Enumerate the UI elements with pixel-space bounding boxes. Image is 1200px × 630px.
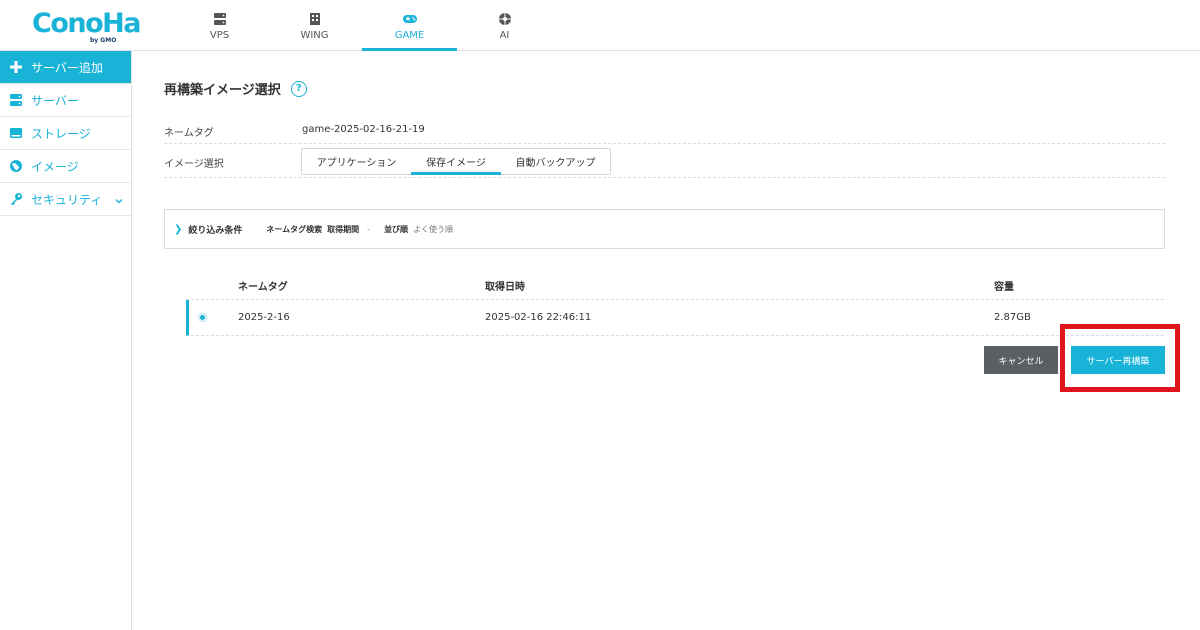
table-row[interactable]: 2025-2-16 2025-02-16 22:46:11 2.87GB [186, 300, 1164, 336]
nav-label: WING [300, 29, 329, 41]
sidebar-item-image[interactable]: イメージ [0, 150, 131, 183]
ai-icon [497, 11, 513, 27]
filter-period-label[interactable]: 取得期間 [327, 224, 359, 235]
tab-auto-backup[interactable]: 自動バックアップ [501, 149, 610, 174]
nav-game[interactable]: GAME [362, 0, 457, 51]
nametag-value: game-2025-02-16-21-19 [302, 124, 425, 135]
nav-vps[interactable]: VPS [172, 0, 267, 51]
filter-panel[interactable]: ❯ 絞り込み条件 ネームタグ検索 取得期間 - 並び順 よく使う順 [164, 209, 1165, 249]
storage-icon [8, 125, 24, 141]
key-icon [8, 191, 24, 207]
gamepad-icon [402, 11, 418, 27]
sidebar-item-security[interactable]: セキュリティ [0, 183, 131, 216]
sidebar-item-label: イメージ [31, 159, 79, 174]
chevron-down-icon [115, 194, 123, 208]
filter-period-value: - [367, 224, 371, 234]
plus-icon [8, 59, 24, 75]
cancel-button[interactable]: キャンセル [984, 346, 1058, 374]
sidebar-item-label: ストレージ [31, 126, 91, 141]
chevron-right-icon[interactable]: ❯ [174, 224, 182, 235]
sidebar-item-label: サーバー [31, 93, 79, 108]
filter-sort-label[interactable]: 並び順 [384, 224, 408, 235]
image-select-label: イメージ選択 [164, 159, 224, 170]
col-nametag: ネームタグ [238, 282, 288, 293]
page-title: 再構築イメージ選択 ? [164, 79, 307, 98]
sidebar-item-label: サーバー追加 [31, 60, 103, 75]
server-icon [212, 11, 228, 27]
col-date: 取得日時 [485, 282, 525, 293]
help-icon[interactable]: ? [290, 80, 307, 97]
server-icon [8, 92, 24, 108]
tab-application[interactable]: アプリケーション [302, 149, 411, 174]
table-header: ネームタグ 取得日時 容量 [186, 267, 1164, 300]
image-select-row: イメージ選択 アプリケーション 保存イメージ 自動バックアップ [164, 144, 1165, 178]
filter-title[interactable]: 絞り込み条件 [188, 223, 242, 236]
top-nav: VPS WING GAME AI [172, 0, 552, 51]
row-date: 2025-02-16 22:46:11 [485, 312, 592, 323]
building-icon [307, 11, 323, 27]
row-radio-selected[interactable] [198, 313, 207, 322]
nav-ai[interactable]: AI [457, 0, 552, 51]
sidebar-item-server[interactable]: サーバー [0, 84, 131, 117]
top-header: ConoHa by GMO VPS WING GAME AI [0, 0, 1200, 51]
logo-text: ConoHa [32, 8, 141, 39]
filter-sort-value: よく使う順 [413, 224, 454, 234]
page-title-text: 再構築イメージ選択 [164, 83, 281, 98]
nav-label: AI [499, 29, 510, 41]
tab-saved-image[interactable]: 保存イメージ [411, 149, 501, 175]
nametag-label: ネームタグ [164, 128, 214, 139]
row-nametag: 2025-2-16 [238, 312, 290, 323]
sidebar-item-add-server[interactable]: サーバー追加 [0, 51, 131, 84]
col-size: 容量 [994, 282, 1014, 293]
nav-wing[interactable]: WING [267, 0, 362, 51]
image-type-tabs: アプリケーション 保存イメージ 自動バックアップ [301, 148, 611, 175]
filter-nametag-search[interactable]: ネームタグ検索 [266, 224, 322, 235]
sidebar-item-label: セキュリティ [31, 192, 103, 207]
nav-label: VPS [209, 29, 230, 41]
logo-sub: by GMO [90, 37, 117, 44]
conoha-logo[interactable]: ConoHa by GMO [32, 8, 141, 44]
highlight-box [1060, 324, 1180, 392]
globe-icon [8, 158, 24, 174]
sidebar: サーバー追加 サーバー ストレージ イメージ セキュリティ [0, 51, 132, 630]
row-size: 2.87GB [994, 312, 1031, 323]
nav-label: GAME [394, 29, 425, 41]
nametag-row: ネームタグ game-2025-02-16-21-19 [164, 117, 1165, 144]
radio-dot [200, 315, 205, 320]
sidebar-item-storage[interactable]: ストレージ [0, 117, 131, 150]
